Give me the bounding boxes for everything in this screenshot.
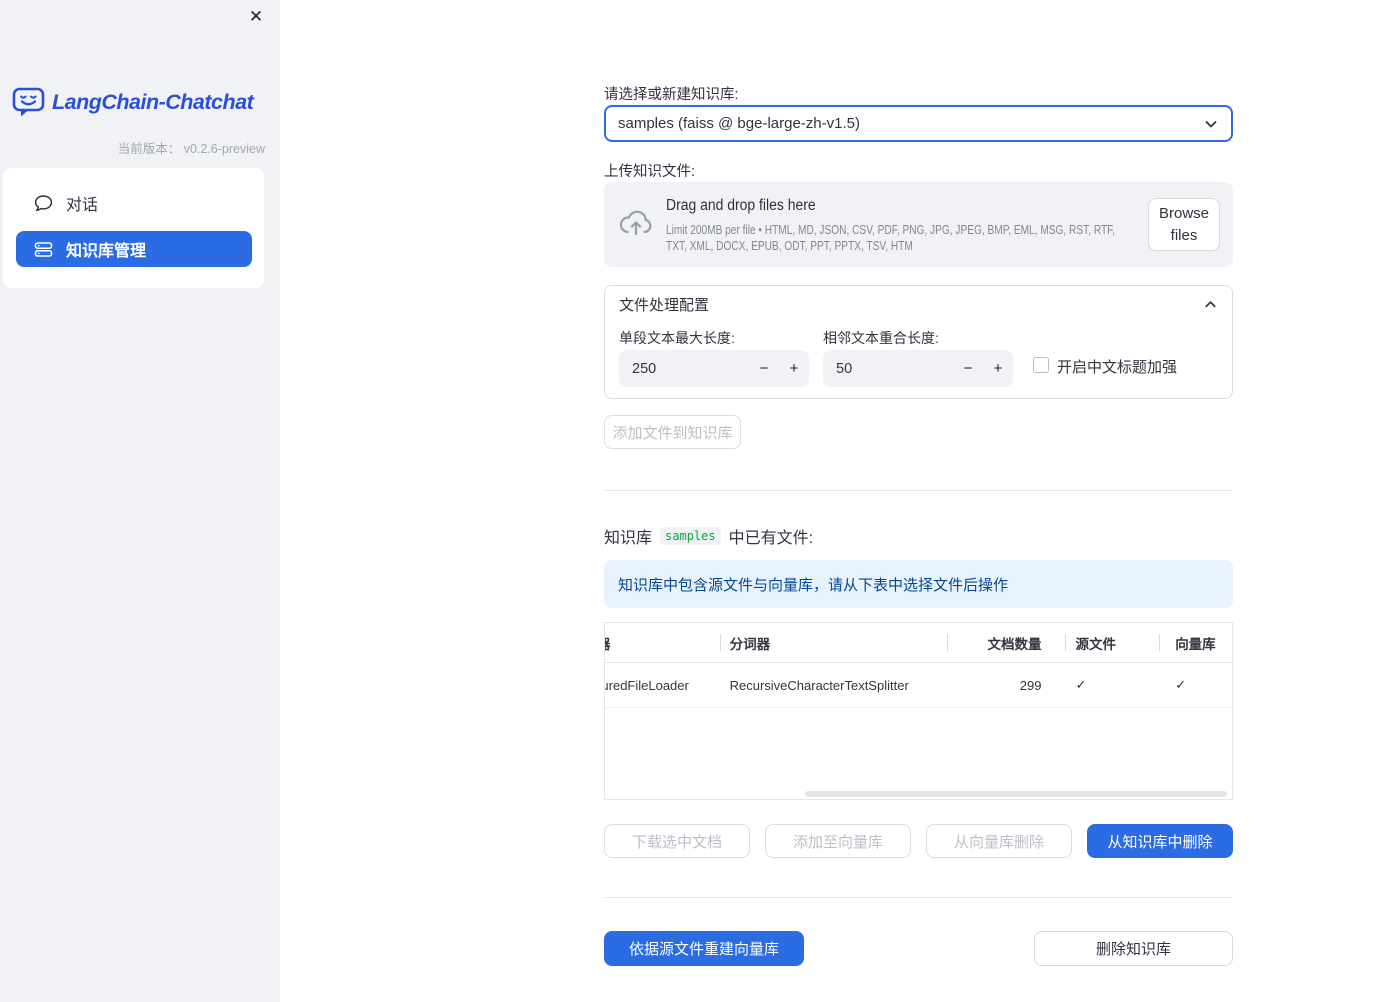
sidebar-item-label: 对话	[66, 197, 99, 214]
expander-title: 文件处理配置	[619, 297, 710, 314]
kb-name-code: samples	[660, 527, 721, 545]
logo-smiley-icon	[12, 86, 45, 118]
column-header-source-file[interactable]: 源文件	[1065, 623, 1159, 662]
kb-files-suffix: 中已有文件:	[728, 530, 814, 547]
file-config-expander-header[interactable]: 文件处理配置	[605, 286, 1232, 323]
version-label: 当前版本：	[117, 142, 181, 156]
add-to-vector-store-button[interactable]: 添加至向量库	[765, 824, 911, 858]
cloud-upload-icon	[619, 208, 653, 240]
chunk-size-input[interactable]: 250 − +	[619, 350, 809, 387]
sidebar-item-dialogue[interactable]: 对话	[16, 185, 252, 221]
cell-loader: UnstructuredFileLoader	[605, 677, 689, 693]
column-header-vector-store[interactable]: 向量库	[1159, 623, 1232, 662]
column-header-splitter[interactable]: 分词器	[719, 623, 947, 662]
kb-select-label: 请选择或新建知识库:	[604, 87, 739, 103]
divider	[604, 897, 1233, 898]
file-dropzone[interactable]: Drag and drop files here Limit 200MB per…	[604, 182, 1233, 267]
chunk-size-decrement-button[interactable]: −	[749, 350, 779, 387]
cell-source-file-check: ✓	[1075, 677, 1087, 692]
table-header-row: 文档加载器 分词器 文档数量 源文件 向量库	[605, 623, 1232, 663]
cell-splitter: RecursiveCharacterTextSplitter	[729, 677, 909, 693]
kb-files-table[interactable]: 文档加载器 分词器 文档数量 源文件 向量库 UnstructuredFileL…	[604, 622, 1233, 800]
sidebar: ✕ LangChain-Chatchat 当前版本： v0.2.6-previe…	[0, 0, 280, 1002]
chevron-up-icon	[1203, 297, 1218, 312]
version-value: v0.2.6-preview	[183, 142, 265, 156]
cell-vector-store-check: ✓	[1175, 677, 1187, 692]
upload-label: 上传知识文件:	[604, 164, 696, 180]
delete-from-vector-store-button[interactable]: 从向量库删除	[926, 824, 1072, 858]
rebuild-vector-store-button[interactable]: 依据源文件重建向量库	[604, 931, 804, 966]
download-selected-docs-button[interactable]: 下载选中文档	[604, 824, 750, 858]
table-horizontal-scrollbar[interactable]	[805, 791, 1227, 797]
zh-title-enhance-checkbox[interactable]	[1033, 357, 1049, 373]
kb-stack-icon	[34, 240, 53, 259]
column-header-doc-count[interactable]: 文档数量	[946, 623, 1066, 662]
kb-files-heading: 知识库 samples 中已有文件:	[604, 524, 813, 548]
overlap-size-value[interactable]: 50	[823, 361, 953, 377]
logo-wordmark: LangChain-Chatchat	[52, 89, 254, 114]
sidebar-close-icon[interactable]: ✕	[245, 6, 267, 28]
app-logo: LangChain-Chatchat	[12, 86, 254, 118]
dropzone-limit-line2: TXT, XML, DOCX, EPUB, ODT, PPT, PPTX, TS…	[666, 238, 913, 253]
browse-files-button[interactable]: Browse files	[1148, 198, 1220, 251]
kb-files-prefix: 知识库	[604, 530, 653, 547]
info-alert: 知识库中包含源文件与向量库，请从下表中选择文件后操作	[604, 560, 1233, 608]
divider	[604, 490, 1233, 491]
version-line: 当前版本： v0.2.6-preview	[118, 138, 265, 157]
overlap-size-increment-button[interactable]: +	[983, 350, 1013, 387]
dropzone-title: Drag and drop files here	[666, 197, 816, 214]
overlap-size-label: 相邻文本重合长度:	[823, 330, 939, 346]
delete-from-kb-button[interactable]: 从知识库中删除	[1087, 824, 1233, 858]
zh-title-enhance-label[interactable]: 开启中文标题加强	[1057, 356, 1177, 377]
dropzone-limit-line1: Limit 200MB per file • HTML, MD, JSON, C…	[666, 222, 1116, 237]
delete-kb-button[interactable]: 删除知识库	[1034, 931, 1233, 966]
kb-selectbox-value: samples (faiss @ bge-large-zh-v1.5)	[618, 115, 860, 132]
file-config-expander: 文件处理配置 单段文本最大长度: 相邻文本重合长度: 250 − + 50 − …	[604, 285, 1233, 399]
chunk-size-label: 单段文本最大长度:	[619, 330, 735, 346]
main-content: 请选择或新建知识库: samples (faiss @ bge-large-zh…	[604, 0, 1234, 1002]
info-alert-text: 知识库中包含源文件与向量库，请从下表中选择文件后操作	[618, 576, 1009, 594]
chat-bubble-icon	[34, 194, 53, 213]
kb-selectbox[interactable]: samples (faiss @ bge-large-zh-v1.5)	[604, 105, 1233, 142]
chunk-size-increment-button[interactable]: +	[779, 350, 809, 387]
sidebar-menu: 对话 知识库管理	[3, 168, 264, 288]
column-header-loader[interactable]: 文档加载器	[605, 623, 720, 662]
chunk-size-value[interactable]: 250	[619, 361, 749, 377]
sidebar-item-label: 知识库管理	[66, 243, 147, 260]
table-row[interactable]: UnstructuredFileLoader RecursiveCharacte…	[605, 663, 1232, 708]
overlap-size-decrement-button[interactable]: −	[953, 350, 983, 387]
overlap-size-input[interactable]: 50 − +	[823, 350, 1013, 387]
sidebar-item-kb-management[interactable]: 知识库管理	[16, 231, 252, 267]
add-files-to-kb-button[interactable]: 添加文件到知识库	[604, 415, 741, 449]
chevron-down-icon	[1203, 116, 1219, 132]
cell-doc-count: 299	[1019, 677, 1042, 693]
